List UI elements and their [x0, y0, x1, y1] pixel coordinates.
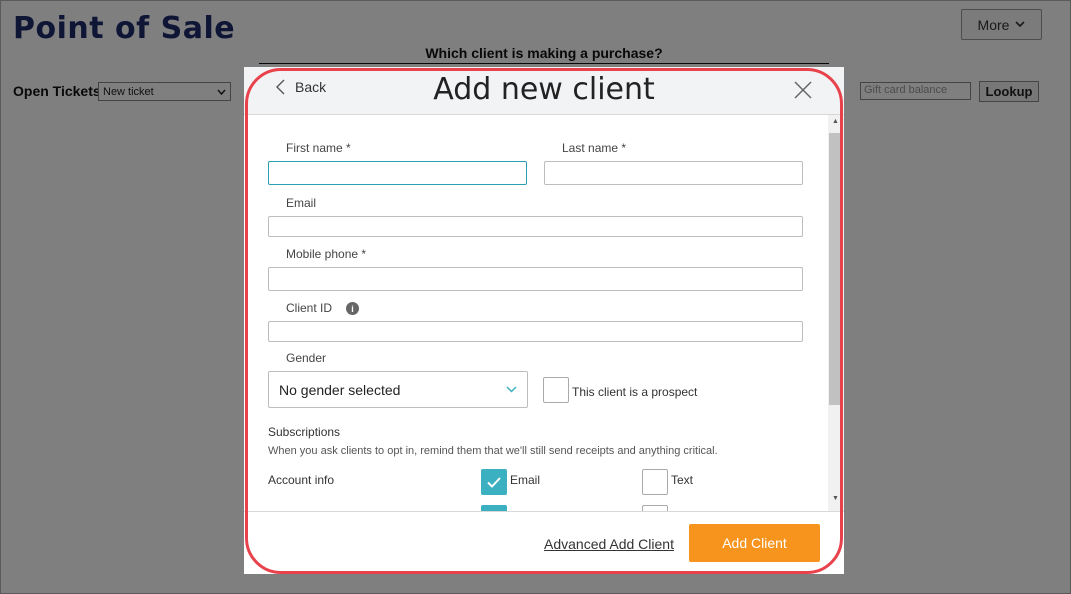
gender-select[interactable]: No gender selected — [268, 371, 528, 408]
gender-label: Gender — [286, 351, 327, 365]
scroll-down-arrow-icon[interactable]: ▼ — [832, 495, 839, 502]
email-field[interactable] — [268, 216, 803, 237]
mobile-phone-field[interactable] — [268, 267, 803, 291]
scrollbar-thumb[interactable] — [829, 133, 840, 405]
chevron-down-icon — [506, 386, 517, 393]
advanced-add-client-link[interactable]: Advanced Add Client — [544, 536, 674, 552]
prospect-checkbox[interactable] — [543, 377, 569, 403]
last-name-field[interactable] — [544, 161, 803, 185]
add-client-button[interactable]: Add Client — [689, 524, 820, 562]
mobile-phone-label: Mobile phone * — [286, 247, 367, 261]
last-name-label: Last name * — [562, 141, 627, 155]
modal-footer: Advanced Add Client Add Client — [244, 511, 844, 574]
client-id-field[interactable] — [268, 321, 803, 342]
prospect-label: This client is a prospect — [572, 385, 698, 399]
account-info-label: Account info — [268, 473, 335, 487]
first-name-field[interactable] — [268, 161, 527, 185]
account-info-email-label: Email — [510, 473, 541, 487]
scroll-up-arrow-icon[interactable]: ▲ — [832, 118, 839, 125]
close-icon[interactable] — [792, 79, 814, 101]
subscriptions-note: When you ask clients to opt in, remind t… — [268, 445, 718, 457]
info-icon[interactable]: i — [346, 302, 359, 315]
gender-select-value: No gender selected — [279, 381, 401, 398]
account-info-email-checkbox[interactable] — [481, 469, 507, 495]
account-info-text-label: Text — [671, 473, 694, 487]
client-id-label: Client ID — [286, 301, 333, 315]
account-info-text-checkbox[interactable] — [642, 469, 668, 495]
email-label: Email — [286, 196, 317, 210]
check-icon — [487, 476, 501, 488]
first-name-label: First name * — [286, 141, 351, 155]
subscriptions-title: Subscriptions — [268, 425, 341, 439]
add-client-modal: Back Add new client First name * Last na… — [244, 67, 844, 574]
modal-header: Back Add new client — [244, 67, 844, 115]
modal-title: Add new client — [433, 72, 655, 107]
modal-body: First name * Last name * Email Mobile ph… — [244, 115, 828, 511]
